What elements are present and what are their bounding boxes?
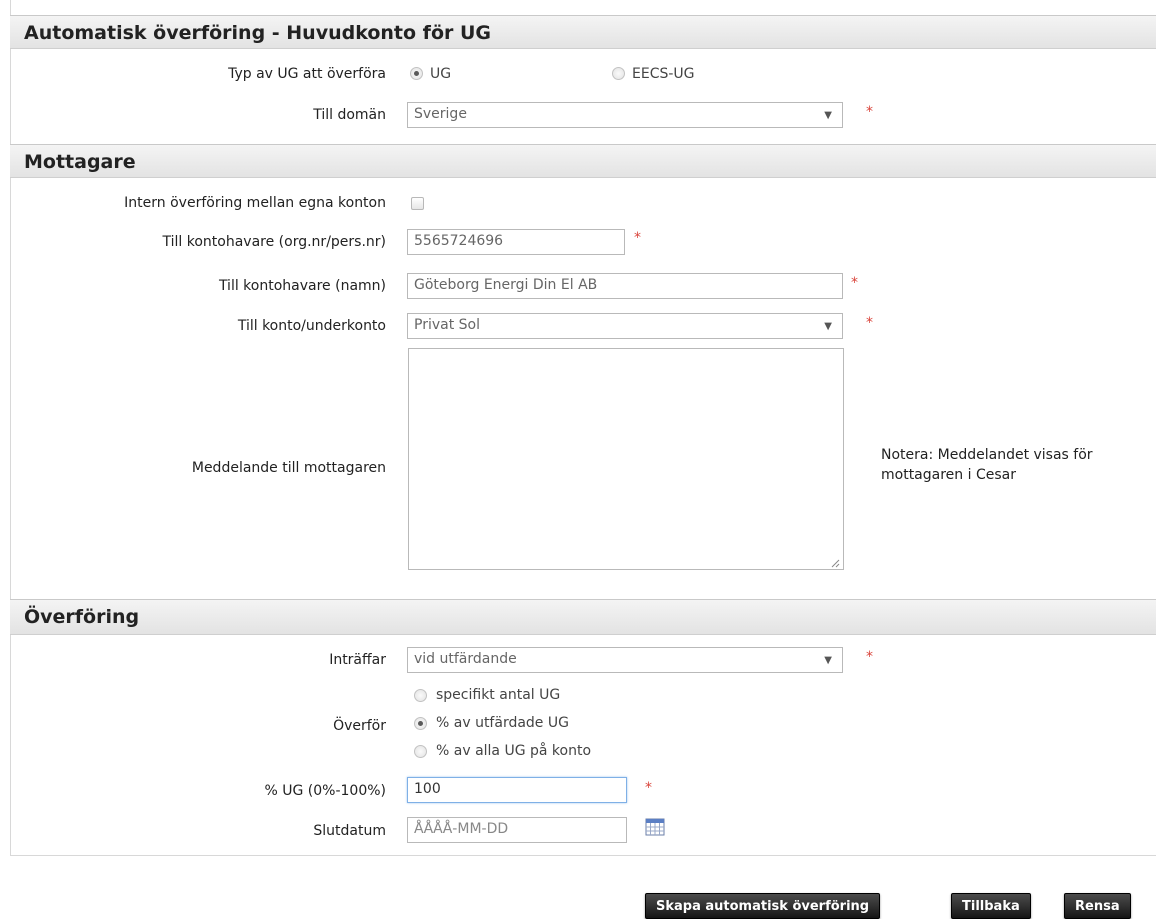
radio-percent-issued[interactable] xyxy=(414,717,427,730)
section-header-recipient: Mottagare xyxy=(10,144,1156,178)
holder-org-input[interactable]: 5565724696 xyxy=(407,229,625,255)
resize-handle-icon[interactable] xyxy=(830,556,840,568)
radio-percent-all-label[interactable]: % av alla UG på konto xyxy=(436,743,591,759)
percent-input[interactable]: 100 xyxy=(407,777,627,803)
message-textarea[interactable] xyxy=(408,348,844,570)
radio-eecs-ug-label[interactable]: EECS-UG xyxy=(632,66,695,82)
radio-ug[interactable] xyxy=(410,67,423,80)
occurs-label: Inträffar xyxy=(329,652,386,668)
panel-bottom-border xyxy=(10,855,1156,856)
percent-label: % UG (0%-100%) xyxy=(264,783,386,799)
section-title: Automatisk överföring - Huvudkonto för U… xyxy=(24,22,492,44)
to-account-select[interactable]: Privat Sol ▼ xyxy=(407,313,843,339)
required-marker: * xyxy=(645,780,652,796)
section-header-transfer: Överföring xyxy=(10,599,1156,635)
create-auto-transfer-button[interactable]: Skapa automatisk överföring xyxy=(645,893,881,919)
internal-transfer-label: Intern överföring mellan egna konton xyxy=(124,195,386,211)
required-marker: * xyxy=(634,230,641,246)
transfer-mode-label: Överför xyxy=(333,718,386,734)
radio-specific-amount[interactable] xyxy=(414,689,427,702)
message-note: Notera: Meddelandet visas för mottagaren… xyxy=(881,447,1093,483)
radio-percent-issued-label[interactable]: % av utfärdade UG xyxy=(436,715,569,731)
occurs-select[interactable]: vid utfärdande ▼ xyxy=(407,647,843,673)
chevron-down-icon: ▼ xyxy=(824,110,832,121)
chevron-down-icon: ▼ xyxy=(824,321,832,332)
internal-transfer-checkbox[interactable] xyxy=(411,197,424,210)
back-button[interactable]: Tillbaka xyxy=(951,893,1031,919)
radio-specific-amount-label[interactable]: specifikt antal UG xyxy=(436,687,560,703)
calendar-icon[interactable] xyxy=(645,818,665,836)
to-account-value: Privat Sol xyxy=(414,317,480,333)
to-domain-value: Sverige xyxy=(414,106,467,122)
holder-name-input[interactable]: Göteborg Energi Din El AB xyxy=(407,273,843,299)
occurs-value: vid utfärdande xyxy=(414,651,517,667)
chevron-down-icon: ▼ xyxy=(824,655,832,666)
required-marker: * xyxy=(866,315,873,331)
section-title: Överföring xyxy=(24,606,140,628)
message-label: Meddelande till mottagaren xyxy=(191,460,386,476)
required-marker: * xyxy=(866,649,873,665)
to-domain-label: Till domän xyxy=(313,107,386,123)
holder-org-label: Till kontohavare (org.nr/pers.nr) xyxy=(162,234,386,250)
end-date-input[interactable]: ÅÅÅÅ-MM-DD xyxy=(407,817,627,843)
ug-type-label: Typ av UG att överföra xyxy=(228,66,386,82)
section-title: Mottagare xyxy=(24,151,136,173)
section-header-auto-transfer: Automatisk överföring - Huvudkonto för U… xyxy=(10,15,1156,49)
clear-button[interactable]: Rensa xyxy=(1064,893,1131,919)
radio-eecs-ug[interactable] xyxy=(612,67,625,80)
radio-percent-all[interactable] xyxy=(414,745,427,758)
radio-ug-label[interactable]: UG xyxy=(430,66,451,82)
to-account-label: Till konto/underkonto xyxy=(237,318,386,334)
end-date-label: Slutdatum xyxy=(313,823,386,839)
required-marker: * xyxy=(866,104,873,120)
holder-name-label: Till kontohavare (namn) xyxy=(218,278,386,294)
to-domain-select[interactable]: Sverige ▼ xyxy=(407,102,843,128)
required-marker: * xyxy=(851,275,858,291)
